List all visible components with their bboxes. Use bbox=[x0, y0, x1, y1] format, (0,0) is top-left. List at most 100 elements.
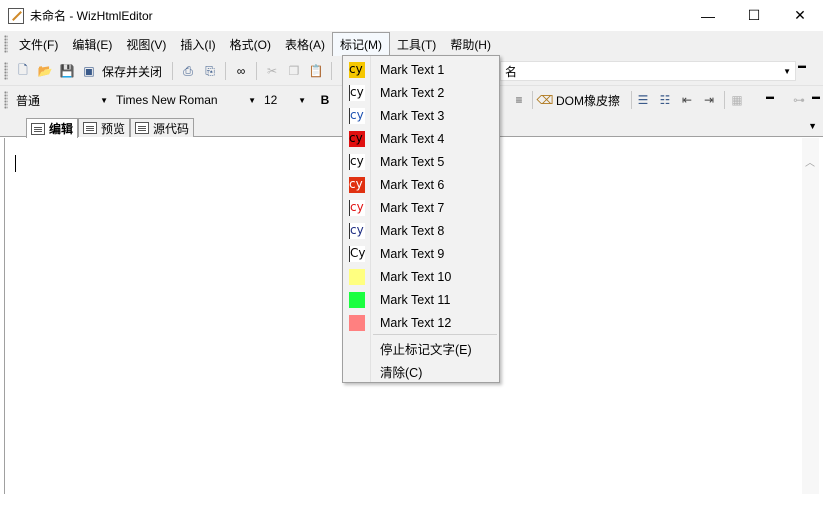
preview-page-icon bbox=[83, 122, 97, 134]
stop-marking-menu-item[interactable]: 停止标记文字(E) bbox=[343, 337, 499, 360]
copy-icon[interactable]: ❐ bbox=[285, 62, 303, 80]
scroll-up-icon[interactable]: ︿ bbox=[805, 154, 815, 169]
paste-icon[interactable]: 📋 bbox=[307, 62, 325, 80]
mark-text-label: Mark Text 10 bbox=[380, 269, 452, 284]
toolbar-grip-icon[interactable] bbox=[4, 91, 8, 109]
menu-edit[interactable]: 编辑(E) bbox=[65, 33, 119, 56]
title-bar: 未命名 - WizHtmlEditor — ☐ ✕ bbox=[0, 0, 823, 31]
mark-text-menu-item[interactable]: Mark Text 12 bbox=[343, 311, 499, 334]
chevron-down-icon[interactable]: ▼ bbox=[248, 96, 256, 105]
mark-text-menu-item[interactable]: cy Mark Text 7 bbox=[343, 196, 499, 219]
source-page-icon bbox=[135, 122, 149, 134]
align-right-icon[interactable]: ≡ bbox=[510, 91, 528, 109]
bulleted-list-icon[interactable]: ☷ bbox=[656, 91, 674, 109]
mark-text-menu-item[interactable]: Mark Text 10 bbox=[343, 265, 499, 288]
tab-source[interactable]: 源代码 bbox=[130, 118, 195, 137]
mark-text-menu-item[interactable]: cy Mark Text 6 bbox=[343, 173, 499, 196]
mark-swatch-icon: cy bbox=[349, 130, 365, 147]
toolbar-overflow-icon[interactable]: ▬ bbox=[798, 61, 806, 70]
indent-icon[interactable]: ⇥ bbox=[700, 91, 718, 109]
mark-text-label: Mark Text 6 bbox=[380, 177, 445, 192]
maximize-button[interactable]: ☐ bbox=[731, 0, 777, 31]
dom-eraser-button[interactable]: DOM橡皮擦 bbox=[556, 92, 620, 109]
save-icon[interactable]: 💾 bbox=[58, 62, 76, 80]
save-close-icon[interactable]: ▣ bbox=[80, 62, 98, 80]
mark-text-label: Mark Text 3 bbox=[380, 108, 445, 123]
bold-button[interactable]: B bbox=[316, 91, 334, 109]
mark-text-menu-item[interactable]: cy Mark Text 1 bbox=[343, 58, 499, 81]
clear-menu-item[interactable]: 清除(C) bbox=[343, 360, 499, 383]
font-size-select[interactable]: 12 ▼ bbox=[260, 90, 310, 110]
mark-text-menu-item[interactable]: Cyi Mark Text 9 bbox=[343, 242, 499, 265]
menu-help[interactable]: 帮助(H) bbox=[443, 33, 498, 56]
chevron-down-icon[interactable]: ▼ bbox=[298, 96, 306, 105]
new-document-icon[interactable]: 🗋 bbox=[14, 62, 32, 80]
font-name-value: Times New Roman bbox=[116, 93, 218, 107]
mark-text-label: Mark Text 8 bbox=[380, 223, 445, 238]
mark-text-menu-item[interactable]: Mark Text 11 bbox=[343, 288, 499, 311]
mark-text-menu-item[interactable]: cy Mark Text 3 bbox=[343, 104, 499, 127]
mark-swatch-icon bbox=[349, 291, 365, 308]
mark-swatch-icon: cy bbox=[349, 222, 365, 239]
mark-text-menu-item[interactable]: cy Mark Text 4 bbox=[343, 127, 499, 150]
mark-swatch-icon: cy bbox=[349, 153, 365, 170]
edit-page-icon bbox=[31, 122, 45, 135]
hierarchy-icon[interactable]: ⊶ bbox=[790, 91, 808, 109]
mark-text-label: Mark Text 5 bbox=[380, 154, 445, 169]
find-binoculars-icon[interactable]: ∞ bbox=[232, 62, 250, 80]
menu-view[interactable]: 视图(V) bbox=[119, 33, 173, 56]
menu-tools[interactable]: 工具(T) bbox=[390, 33, 443, 56]
toolbar-overflow-icon[interactable]: ▬ bbox=[766, 92, 774, 101]
tab-edit[interactable]: 编辑 bbox=[26, 118, 79, 138]
vertical-scrollbar[interactable]: ︿ bbox=[802, 138, 819, 494]
mark-text-menu-item[interactable]: cy Mark Text 8 bbox=[343, 219, 499, 242]
table-icon[interactable]: ▦ bbox=[728, 91, 746, 109]
title-field-value: 名 bbox=[505, 64, 518, 79]
chevron-down-icon[interactable]: ▼ bbox=[783, 67, 791, 76]
mark-text-label: Mark Text 9 bbox=[380, 246, 445, 261]
tabs-dropdown-icon[interactable]: ▼ bbox=[808, 121, 817, 131]
font-size-value: 12 bbox=[264, 93, 278, 107]
mark-text-label: Mark Text 1 bbox=[380, 62, 445, 77]
toolbar-separator bbox=[225, 62, 227, 80]
menu-mark[interactable]: 标记(M) bbox=[331, 32, 390, 56]
stop-marking-label: 停止标记文字(E) bbox=[380, 343, 472, 357]
numbered-list-icon[interactable]: ☰ bbox=[634, 91, 652, 109]
clear-label: 清除(C) bbox=[380, 366, 423, 380]
toolbar-separator bbox=[172, 62, 174, 80]
font-name-select[interactable]: Times New Roman ▼ bbox=[112, 90, 260, 110]
menu-insert[interactable]: 插入(I) bbox=[173, 33, 222, 56]
menu-format[interactable]: 格式(O) bbox=[223, 33, 278, 56]
minimize-button[interactable]: — bbox=[685, 0, 731, 31]
mark-swatch-icon: Cyi bbox=[349, 245, 365, 262]
print-icon[interactable]: ⎙ bbox=[179, 62, 197, 80]
app-icon bbox=[8, 7, 24, 24]
cut-icon[interactable]: ✂ bbox=[263, 62, 281, 80]
save-close-button[interactable]: 保存并关闭 bbox=[102, 63, 162, 80]
tab-preview[interactable]: 预览 bbox=[78, 118, 131, 137]
menu-bar: 文件(F) 编辑(E) 视图(V) 插入(I) 格式(O) 表格(A) 标记(M… bbox=[0, 31, 823, 57]
menubar-grip-icon[interactable] bbox=[4, 35, 8, 53]
mark-swatch-icon: cy bbox=[349, 107, 365, 124]
toolbar-grip-icon[interactable] bbox=[4, 62, 8, 80]
mark-text-menu-item[interactable]: cy Mark Text 2 bbox=[343, 81, 499, 104]
menu-table[interactable]: 表格(A) bbox=[278, 33, 332, 56]
toolbar-separator bbox=[331, 62, 333, 80]
mark-swatch-icon bbox=[349, 314, 365, 331]
close-button[interactable]: ✕ bbox=[777, 0, 823, 31]
title-field[interactable]: 名 ▼ bbox=[500, 61, 796, 81]
open-folder-icon[interactable]: 📂 bbox=[36, 62, 54, 80]
mark-swatch-icon: cy bbox=[349, 61, 365, 78]
print-preview-icon[interactable]: ⎘ bbox=[201, 62, 219, 80]
toolbar-overflow-icon[interactable]: ▬ bbox=[812, 92, 820, 101]
paragraph-style-select[interactable]: 普通 ▼ bbox=[12, 90, 112, 110]
toolbar-separator bbox=[631, 91, 632, 109]
chevron-down-icon[interactable]: ▼ bbox=[100, 96, 108, 105]
toolbar-separator bbox=[256, 62, 258, 80]
menu-file[interactable]: 文件(F) bbox=[12, 33, 65, 56]
outdent-icon[interactable]: ⇤ bbox=[678, 91, 696, 109]
toolbar-separator bbox=[532, 91, 533, 109]
mark-text-menu-item[interactable]: cy Mark Text 5 bbox=[343, 150, 499, 173]
text-caret bbox=[15, 155, 16, 172]
dom-eraser-icon[interactable]: ⌫ bbox=[536, 91, 554, 109]
